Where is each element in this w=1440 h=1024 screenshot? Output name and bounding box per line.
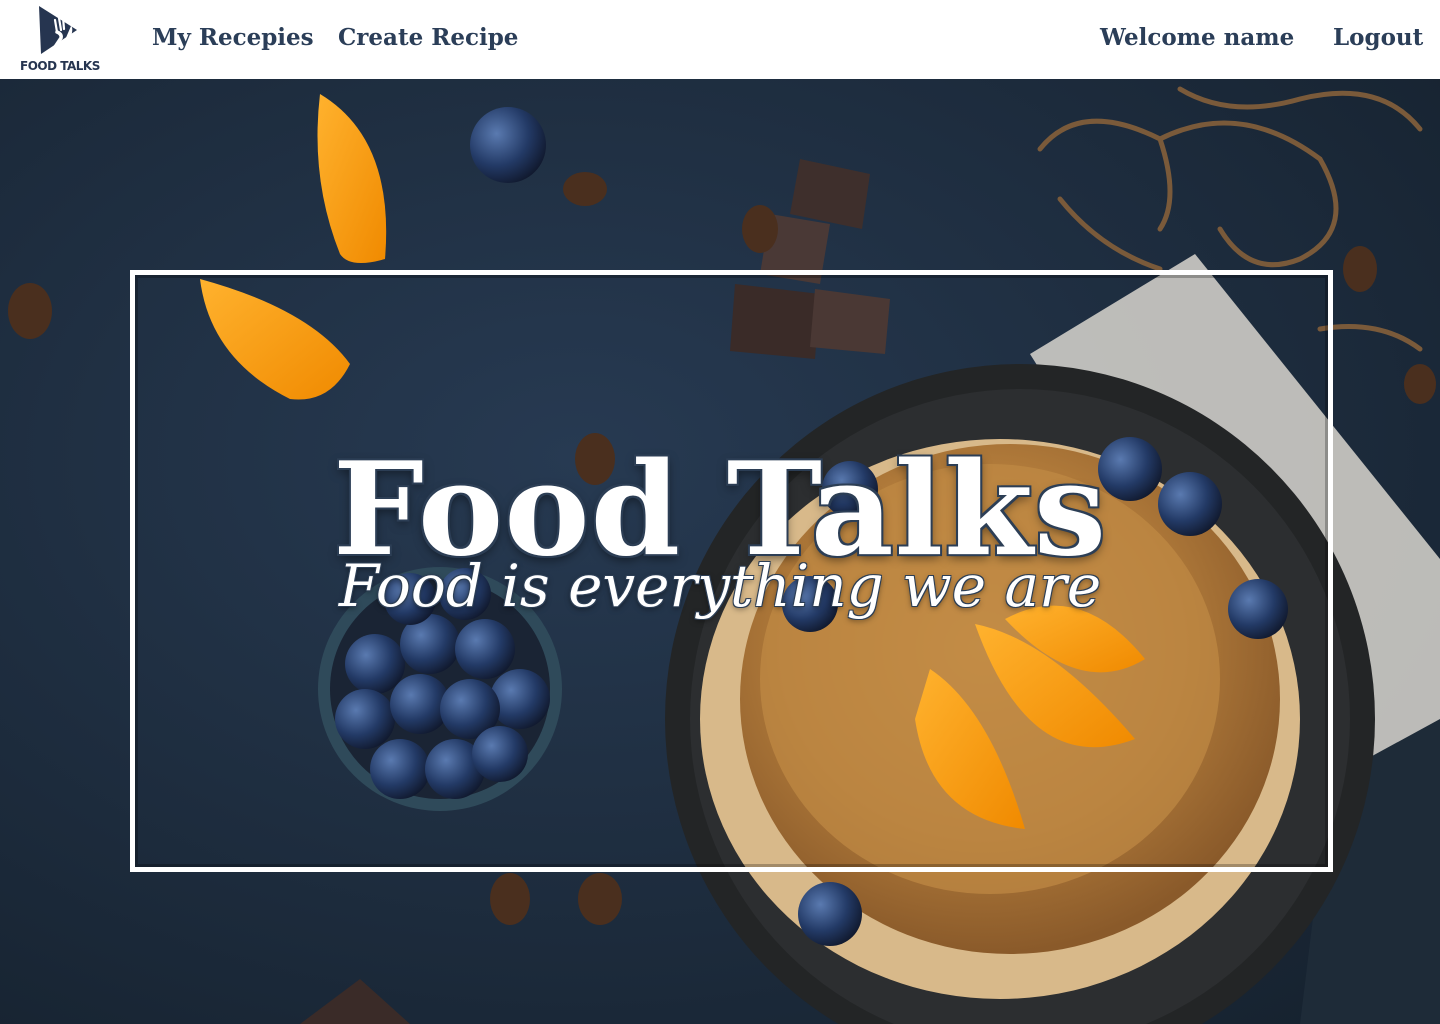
food-talks-logo[interactable]: FOOD TALKS <box>20 4 100 76</box>
top-navbar: FOOD TALKS My Recepies Create Recipe Wel… <box>0 0 1440 79</box>
logo-text: FOOD TALKS <box>20 59 100 73</box>
hero-tagline: Food is everything we are <box>338 552 1102 620</box>
welcome-user-text: Welcome name <box>1100 24 1295 51</box>
nav-create-recipe[interactable]: Create Recipe <box>338 24 518 51</box>
nav-my-recipes[interactable]: My Recepies <box>152 24 314 51</box>
logout-link[interactable]: Logout <box>1333 24 1423 51</box>
fork-knife-icon <box>39 6 77 54</box>
